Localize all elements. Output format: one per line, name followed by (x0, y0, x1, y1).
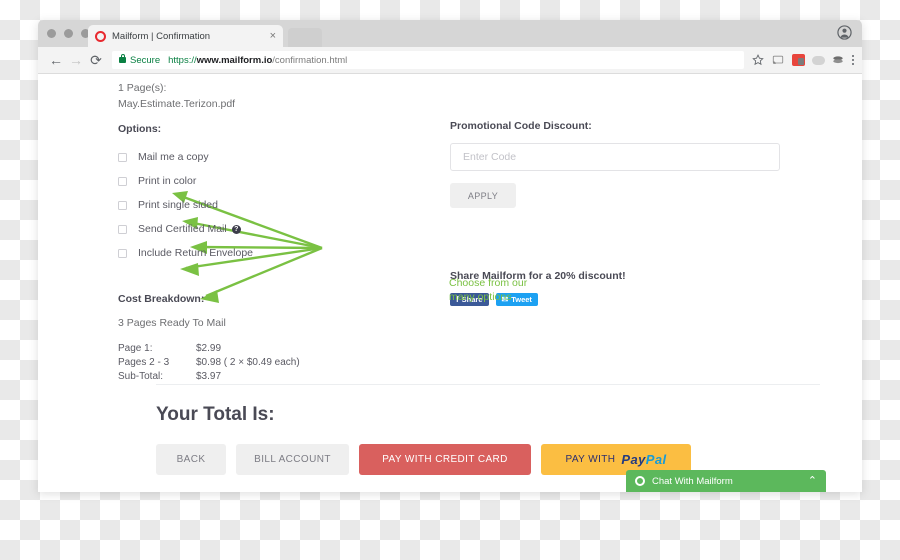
new-tab-button[interactable] (288, 28, 322, 47)
page-content: 1 Page(s): May.Estimate.Terizon.pdf Opti… (38, 74, 862, 492)
checkbox-print-in-color[interactable] (118, 176, 127, 186)
cost-value: $0.98 ( 2 × $0.49 each) (196, 356, 300, 368)
lock-icon (119, 53, 126, 63)
cost-label: Page 1: (118, 342, 153, 354)
browser-window: Mailform | Confirmation × ← → ⟳ Secure h… (38, 20, 862, 492)
cost-label: Pages 2 - 3 (118, 356, 170, 368)
mailform-logo-icon (95, 30, 106, 42)
file-name: May.Estimate.Terizon.pdf (118, 98, 236, 110)
cost-row: Pages 2 - 3 $0.98 ( 2 × $0.49 each) (118, 355, 448, 369)
browser-toolbar: ← → ⟳ Secure https://www.mailform.io/con… (38, 47, 862, 74)
page-body: 1 Page(s): May.Estimate.Terizon.pdf Opti… (118, 82, 820, 475)
layers-icon[interactable] (832, 54, 845, 67)
pages-ready-text: 3 Pages Ready To Mail (118, 317, 226, 329)
option-label: Print single sided (138, 199, 218, 211)
promo-heading: Promotional Code Discount: (450, 120, 592, 132)
url-path: /confirmation.html (272, 54, 348, 66)
chat-label: Chat With Mailform (652, 475, 733, 487)
url-scheme: https:// (168, 54, 197, 66)
tab-title: Mailform | Confirmation (112, 30, 211, 42)
address-bar[interactable]: Secure https://www.mailform.io/confirmat… (112, 51, 744, 69)
window-controls[interactable] (47, 29, 90, 38)
option-row[interactable]: Include Return Envelope (118, 241, 448, 265)
cost-breakdown-section: Cost Breakdown: 3 Pages Ready To Mail Pa… (118, 293, 448, 383)
chat-widget[interactable]: Chat With Mailform ⌃ (626, 470, 826, 492)
paypal-logo-pal: Pal (645, 452, 667, 467)
toolbar-icons (752, 54, 854, 67)
cloud-icon[interactable] (811, 55, 825, 65)
profile-avatar-icon[interactable] (837, 25, 852, 40)
back-button-action[interactable]: BACK (156, 444, 226, 475)
cost-breakdown-heading: Cost Breakdown: (118, 293, 205, 305)
option-row[interactable]: Print in color (118, 169, 448, 193)
chevron-up-icon[interactable]: ⌃ (808, 475, 817, 487)
cost-value: $3.97 (196, 370, 222, 382)
cost-row: Page 1: $2.99 (118, 341, 448, 355)
forward-button[interactable]: → (66, 50, 86, 70)
cost-table: Page 1: $2.99 Pages 2 - 3 $0.98 ( 2 × $0… (118, 341, 448, 383)
menu-dots-icon[interactable] (851, 54, 854, 66)
paypal-logo-pay: Pay (621, 452, 646, 467)
left-column: 1 Page(s): May.Estimate.Terizon.pdf Opti… (118, 82, 448, 383)
annotation-line-1: Choose from our (449, 277, 528, 289)
annotation-text: Choose from our many options (449, 276, 559, 304)
tab-strip: Mailform | Confirmation × (38, 20, 862, 47)
close-icon[interactable]: × (266, 30, 276, 42)
action-buttons: BACK BILL ACCOUNT PAY WITH CREDIT CARD P… (156, 444, 691, 475)
extension-badge-icon[interactable] (791, 54, 805, 66)
checkbox-include-return-envelope[interactable] (118, 248, 127, 258)
checkbox-mail-me-a-copy[interactable] (118, 152, 127, 162)
apply-button[interactable]: APPLY (450, 183, 516, 208)
option-label: Print in color (138, 175, 197, 187)
browser-tab[interactable]: Mailform | Confirmation × (88, 25, 283, 47)
option-row[interactable]: Send Certified Mail ? (118, 217, 448, 241)
annotation-line-2: many options (449, 291, 512, 303)
bill-account-button[interactable]: BILL ACCOUNT (236, 444, 349, 475)
options-section: Options: Mail me a copy Print in color P… (118, 123, 448, 265)
option-label: Mail me a copy (138, 151, 209, 163)
checkbox-print-single-sided[interactable] (118, 200, 127, 210)
option-label: Send Certified Mail (138, 223, 227, 235)
cost-label: Sub-Total: (118, 370, 164, 382)
close-window-dot[interactable] (47, 29, 56, 38)
chat-status-icon (635, 476, 645, 486)
pay-with-credit-card-button[interactable]: PAY WITH CREDIT CARD (359, 444, 531, 475)
cost-value: $2.99 (196, 342, 222, 354)
cost-row: Sub-Total: $3.97 (118, 369, 448, 383)
option-row[interactable]: Print single sided (118, 193, 448, 217)
option-row[interactable]: Mail me a copy (118, 145, 448, 169)
section-divider (156, 384, 820, 385)
url-host: www.mailform.io (196, 54, 273, 66)
total-heading: Your Total Is: (156, 404, 275, 425)
promo-code-input[interactable]: Enter Code (450, 143, 780, 171)
option-label: Include Return Envelope (138, 247, 253, 259)
star-icon[interactable] (752, 54, 765, 67)
back-button[interactable]: ← (46, 50, 66, 70)
pages-count: 1 Page(s): (118, 82, 167, 94)
paypal-logo: PayPal (621, 452, 666, 467)
right-column: Promotional Code Discount: Enter Code AP… (448, 82, 820, 383)
minimize-window-dot[interactable] (64, 29, 73, 38)
reload-button[interactable]: ⟳ (86, 50, 106, 70)
paypal-button-label: PAY WITH (565, 454, 616, 465)
checkbox-send-certified-mail[interactable] (118, 224, 127, 234)
help-icon[interactable]: ? (231, 224, 241, 234)
cast-icon[interactable] (772, 54, 785, 67)
secure-label: Secure (130, 54, 161, 66)
options-heading: Options: (118, 123, 162, 135)
